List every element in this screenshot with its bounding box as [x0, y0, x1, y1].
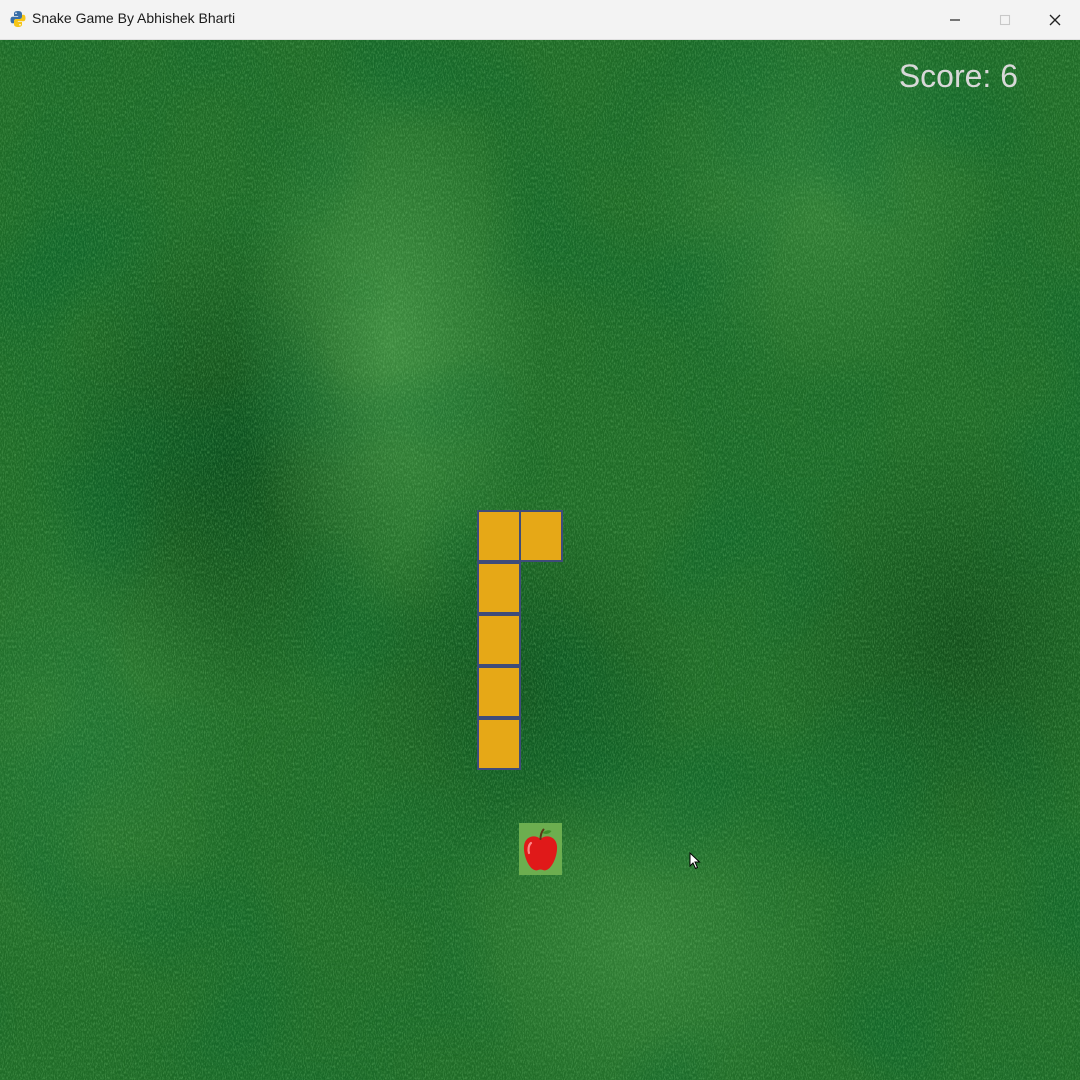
snake-segment — [477, 510, 521, 562]
snake-segment — [477, 718, 521, 770]
python-icon — [10, 11, 26, 27]
snake-head — [519, 510, 563, 562]
minimize-button[interactable] — [930, 0, 980, 40]
game-canvas[interactable]: Score: 6 — [0, 40, 1080, 1080]
maximize-button[interactable] — [980, 0, 1030, 40]
food-tile — [519, 823, 562, 875]
game-window: Snake Game By Abhishek Bharti Score: 6 — [0, 0, 1080, 1080]
score-label: Score: 6 — [898, 58, 1018, 94]
apple-icon — [523, 828, 558, 871]
snake-segment — [477, 666, 521, 718]
mouse-cursor-icon — [689, 852, 701, 870]
maximize-icon — [999, 14, 1011, 26]
window-title: Snake Game By Abhishek Bharti — [32, 10, 236, 26]
snake-segment — [477, 614, 521, 666]
minimize-icon — [950, 19, 960, 21]
snake-segment — [477, 562, 521, 614]
close-icon — [1049, 14, 1061, 26]
close-button[interactable] — [1030, 0, 1080, 40]
title-bar[interactable]: Snake Game By Abhishek Bharti — [0, 0, 1080, 40]
